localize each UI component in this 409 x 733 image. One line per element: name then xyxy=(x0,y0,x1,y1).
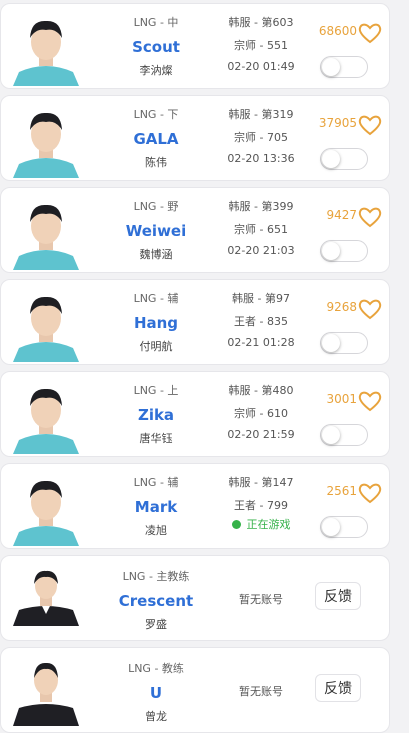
real-name: 曾龙 xyxy=(145,710,167,723)
player-card-weiwei[interactable]: LNG - 野 Weiwei 魏博涵 韩服 - 第399 宗师 - 651 02… xyxy=(0,187,390,273)
avatar xyxy=(13,564,79,626)
heart-icon[interactable] xyxy=(357,113,383,137)
heart-icon[interactable] xyxy=(357,205,383,229)
player-card-hang[interactable]: LNG - 辅 Hang 付明航 韩服 - 第97 王者 - 835 02-21… xyxy=(0,279,390,365)
team-role: LNG - 辅 xyxy=(133,476,179,489)
server-rank: 韩服 - 第97 xyxy=(232,292,290,305)
last-online: 02-20 13:36 xyxy=(227,152,295,165)
team-role: LNG - 野 xyxy=(133,200,179,213)
tier-points: 宗师 - 610 xyxy=(234,407,288,420)
tier-points: 王者 - 835 xyxy=(234,315,288,328)
avatar xyxy=(13,656,79,726)
server-rank: 韩服 - 第147 xyxy=(228,476,294,489)
tier-points: 宗师 - 705 xyxy=(234,131,288,144)
team-role: LNG - 教练 xyxy=(128,662,184,675)
heart-icon[interactable] xyxy=(357,389,383,413)
toggle-knob xyxy=(322,334,340,352)
follow-toggle[interactable] xyxy=(320,148,368,170)
online-dot-icon xyxy=(231,519,241,529)
toggle-knob xyxy=(322,150,340,168)
feedback-button[interactable]: 反馈 xyxy=(315,674,361,702)
real-name: 李汭燦 xyxy=(139,64,173,77)
tier-points: 宗师 - 551 xyxy=(234,39,288,52)
player-name[interactable]: Zika xyxy=(96,406,216,424)
heart-icon[interactable] xyxy=(357,21,383,45)
follow-toggle[interactable] xyxy=(320,240,368,262)
like-count: 2561 xyxy=(326,484,357,498)
team-role: LNG - 下 xyxy=(133,108,179,121)
feedback-button[interactable]: 反馈 xyxy=(315,582,361,610)
heart-icon[interactable] xyxy=(357,297,383,321)
player-card-scout[interactable]: LNG - 中 Scout 李汭燦 韩服 - 第603 宗师 - 551 02-… xyxy=(0,3,390,89)
last-online: 02-20 21:59 xyxy=(227,428,295,441)
last-online: 02-21 01:28 xyxy=(227,336,295,349)
follow-toggle[interactable] xyxy=(320,332,368,354)
team-role: LNG - 上 xyxy=(133,384,179,397)
player-card-gala[interactable]: LNG - 下 GALA 陈伟 韩服 - 第319 宗师 - 705 02-20… xyxy=(0,95,390,181)
player-name[interactable]: Mark xyxy=(96,498,216,516)
coach-name[interactable]: Crescent xyxy=(96,592,216,610)
toggle-knob xyxy=(322,426,340,444)
team-role: LNG - 主教练 xyxy=(122,570,190,583)
like-count: 9268 xyxy=(326,300,357,314)
toggle-knob xyxy=(322,518,340,536)
real-name: 罗盛 xyxy=(145,618,167,631)
coach-card-crescent[interactable]: LNG - 主教练 Crescent 罗盛 暂无账号 反馈 xyxy=(0,555,390,641)
heart-icon[interactable] xyxy=(357,481,383,505)
tier-points: 宗师 - 651 xyxy=(234,223,288,236)
server-rank: 韩服 - 第319 xyxy=(228,108,294,121)
player-name[interactable]: GALA xyxy=(96,130,216,148)
player-name[interactable]: Scout xyxy=(96,38,216,56)
player-name[interactable]: Weiwei xyxy=(96,222,216,240)
player-card-zika[interactable]: LNG - 上 Zika 唐华钰 韩服 - 第480 宗师 - 610 02-2… xyxy=(0,371,390,457)
like-count: 3001 xyxy=(326,392,357,406)
avatar xyxy=(11,102,81,178)
toggle-knob xyxy=(322,58,340,76)
real-name: 唐华钰 xyxy=(139,432,173,445)
coach-name[interactable]: U xyxy=(96,684,216,702)
avatar xyxy=(11,194,81,270)
avatar xyxy=(11,286,81,362)
last-online: 02-20 01:49 xyxy=(227,60,295,73)
last-online: 02-20 21:03 xyxy=(227,244,295,257)
player-name[interactable]: Hang xyxy=(96,314,216,332)
server-rank: 韩服 - 第480 xyxy=(228,384,294,397)
real-name: 陈伟 xyxy=(145,156,167,169)
avatar xyxy=(11,10,81,86)
team-role: LNG - 中 xyxy=(133,16,179,29)
account-status: 暂无账号 xyxy=(239,685,283,698)
avatar xyxy=(11,470,81,546)
tier-points: 王者 - 799 xyxy=(234,499,288,512)
follow-toggle[interactable] xyxy=(320,56,368,78)
online-status: 正在游戏 xyxy=(208,516,314,532)
like-count: 9427 xyxy=(326,208,357,222)
toggle-knob xyxy=(322,242,340,260)
like-count: 37905 xyxy=(318,116,357,130)
follow-toggle[interactable] xyxy=(320,516,368,538)
real-name: 魏博涵 xyxy=(139,248,173,261)
player-card-mark[interactable]: LNG - 辅 Mark 凌旭 韩服 - 第147 王者 - 799 正在游戏 … xyxy=(0,463,390,549)
team-role: LNG - 辅 xyxy=(133,292,179,305)
follow-toggle[interactable] xyxy=(320,424,368,446)
server-rank: 韩服 - 第399 xyxy=(228,200,294,213)
like-count: 68600 xyxy=(318,24,357,38)
online-status-text: 正在游戏 xyxy=(246,518,291,531)
account-status: 暂无账号 xyxy=(239,593,283,606)
real-name: 付明航 xyxy=(139,340,173,353)
avatar xyxy=(11,378,81,454)
coach-card-u[interactable]: LNG - 教练 U 曾龙 暂无账号 反馈 xyxy=(0,647,390,733)
server-rank: 韩服 - 第603 xyxy=(228,16,294,29)
real-name: 凌旭 xyxy=(145,524,167,537)
